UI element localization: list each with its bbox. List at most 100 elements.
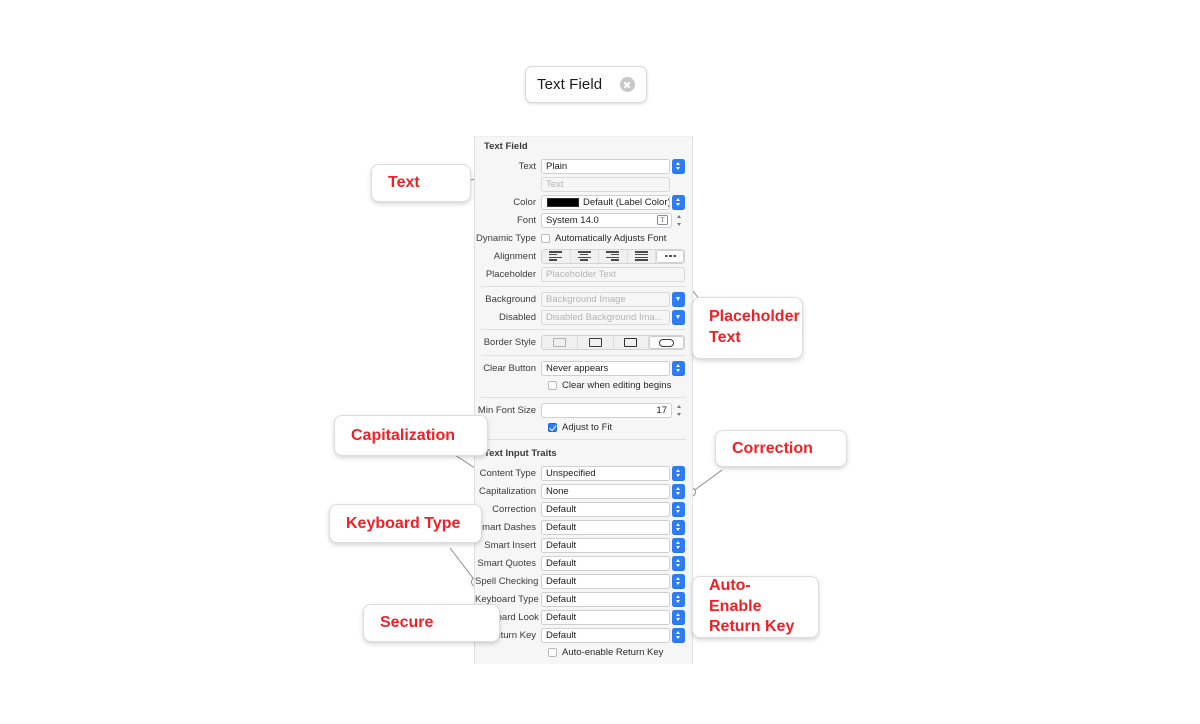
min-font-size-input[interactable]: 17: [541, 402, 672, 418]
trait-combo[interactable]: Unspecified: [541, 465, 670, 481]
row-font[interactable]: + Font System 14.0 T: [475, 211, 692, 229]
align-left-icon[interactable]: [542, 249, 571, 263]
trait-label: Content Type: [479, 467, 536, 479]
trait-combo[interactable]: Default: [541, 591, 670, 607]
row-trait-capitalization[interactable]: Capitalization None: [475, 482, 692, 500]
background-image-combo[interactable]: Background Image: [541, 291, 670, 307]
row-trait-smart-insert[interactable]: Smart Insert Default: [475, 536, 692, 554]
align-justified-icon[interactable]: [628, 249, 657, 263]
trait-popup-icon[interactable]: [672, 555, 685, 571]
row-trait-content-type[interactable]: Content Type Unspecified: [475, 464, 692, 482]
row-trait-keyboard-type[interactable]: Keyboard Type Default: [475, 590, 692, 608]
text-input-traits-list: Content Type Unspecified Capitalization Non…: [475, 464, 692, 644]
align-center-icon[interactable]: [571, 249, 600, 263]
clear-when-editing-checkbox[interactable]: [548, 381, 557, 390]
disabled-popup-icon[interactable]: [672, 309, 685, 325]
row-min-font-size[interactable]: Min Font Size 17: [475, 401, 692, 419]
row-trait-return-key[interactable]: Return Key Default: [475, 626, 692, 644]
font-stepper-icon[interactable]: [675, 212, 685, 228]
attributes-inspector-panel[interactable]: Text Field Text Plain Text + Color Defau…: [474, 136, 693, 664]
auto-adjusts-font-checkbox[interactable]: [541, 233, 550, 243]
row-trait-keyboard-look[interactable]: Keyboard Look Default: [475, 608, 692, 626]
row-trait-smart-dashes[interactable]: Smart Dashes Default: [475, 518, 692, 536]
trait-popup-icon[interactable]: [672, 573, 685, 589]
trait-popup-icon[interactable]: [672, 591, 685, 607]
trait-combo[interactable]: Default: [541, 627, 670, 643]
row-trait-correction[interactable]: Correction Default: [475, 500, 692, 518]
border-style-segmented-control[interactable]: [541, 335, 685, 350]
trait-value: None: [546, 485, 569, 497]
trait-label: Smart Quotes: [477, 557, 536, 569]
trait-combo[interactable]: None: [541, 483, 670, 499]
trait-combo[interactable]: Default: [541, 537, 670, 553]
row-trait-spell-checking[interactable]: Spell Checking Default: [475, 572, 692, 590]
color-popup-icon[interactable]: [672, 194, 685, 210]
row-color[interactable]: + Color Default (Label Color): [475, 193, 692, 211]
min-font-size-stepper-icon[interactable]: [675, 402, 685, 418]
row-placeholder-label: Placeholder: [485, 268, 536, 280]
row-trait-checkbox[interactable]: Auto-enable Return Key: [475, 644, 692, 661]
trait-popup-icon[interactable]: [672, 483, 685, 499]
trait-popup-icon[interactable]: [672, 537, 685, 553]
placeholder-input[interactable]: Placeholder Text: [541, 266, 685, 282]
text-field-title-chip[interactable]: Text Field: [525, 66, 647, 103]
trait-combo[interactable]: Default: [541, 573, 670, 589]
disabled-background-combo[interactable]: Disabled Background Ima...: [541, 309, 670, 325]
trait-combo[interactable]: Default: [541, 609, 670, 625]
trait-combo[interactable]: Default: [541, 501, 670, 517]
trait-checkbox[interactable]: [548, 648, 557, 657]
font-picker-icon[interactable]: T: [657, 215, 668, 225]
text-value-placeholder: Text: [546, 178, 564, 190]
alignment-segmented-control[interactable]: [541, 248, 685, 264]
row-dynamic-type[interactable]: Dynamic Type Automatically Adjusts Font: [475, 229, 692, 247]
trait-popup-icon[interactable]: [672, 501, 685, 517]
clear-button-combo[interactable]: Never appears: [541, 360, 670, 376]
trait-popup-icon[interactable]: [672, 519, 685, 535]
adjust-to-fit-label: Adjust to Fit: [562, 422, 613, 433]
trait-checkbox-label: Auto-enable Return Key: [562, 647, 664, 658]
row-clear-button[interactable]: Clear Button Never appears: [475, 359, 692, 377]
row-alignment[interactable]: Alignment: [475, 247, 692, 265]
row-text-value[interactable]: Text: [475, 175, 692, 193]
clear-button-popup-icon[interactable]: [672, 360, 685, 376]
callout-secure: Secure: [363, 604, 500, 642]
close-circle-icon[interactable]: [620, 77, 635, 92]
color-combo[interactable]: Default (Label Color): [541, 194, 670, 210]
row-placeholder[interactable]: Placeholder Placeholder Text: [475, 265, 692, 283]
trait-popup-icon[interactable]: [672, 609, 685, 625]
row-trait-smart-quotes[interactable]: Smart Quotes Default: [475, 554, 692, 572]
font-field[interactable]: System 14.0 T: [541, 212, 672, 228]
section-title-text-field: Text Field: [484, 141, 528, 152]
border-line-icon[interactable]: [578, 336, 614, 349]
border-rounded-icon[interactable]: [649, 336, 684, 349]
row-disabled-background[interactable]: + Disabled Disabled Background Ima...: [475, 308, 692, 326]
adjust-to-fit-checkbox[interactable]: [548, 423, 557, 432]
trait-combo[interactable]: Default: [541, 555, 670, 571]
text-value-input[interactable]: Text: [541, 176, 670, 192]
text-style-popup-icon[interactable]: [672, 158, 685, 174]
row-adjust-to-fit[interactable]: Adjust to Fit: [475, 419, 692, 436]
row-clear-when-editing[interactable]: Clear when editing begins: [475, 377, 692, 394]
border-bezel-icon[interactable]: [614, 336, 650, 349]
clear-button-value: Never appears: [546, 362, 609, 374]
trait-label: Smart Dashes: [475, 521, 536, 533]
row-disabled-label: Disabled: [499, 311, 536, 323]
border-none-icon[interactable]: [542, 336, 578, 349]
trait-combo[interactable]: Default: [541, 519, 670, 535]
align-right-icon[interactable]: [599, 249, 628, 263]
row-trait-checkbox[interactable]: Secure Text Entry: [475, 661, 692, 664]
color-swatch-icon[interactable]: [547, 197, 579, 207]
align-natural-icon[interactable]: [656, 249, 684, 263]
row-border-style[interactable]: Border Style: [475, 333, 692, 352]
text-input-traits-checkboxes: Auto-enable Return Key Secure Text Entry: [475, 644, 692, 664]
text-style-combo[interactable]: Plain: [541, 158, 670, 174]
row-min-font-size-label: Min Font Size: [477, 404, 536, 416]
trait-popup-icon[interactable]: [672, 627, 685, 643]
row-text[interactable]: Text Plain: [475, 157, 692, 175]
background-popup-icon[interactable]: [672, 291, 685, 307]
row-background[interactable]: + Background Background Image: [475, 290, 692, 308]
divider-1: [481, 286, 686, 287]
row-text-label: Text: [518, 160, 536, 172]
trait-value: Default: [546, 629, 577, 641]
trait-popup-icon[interactable]: [672, 465, 685, 481]
